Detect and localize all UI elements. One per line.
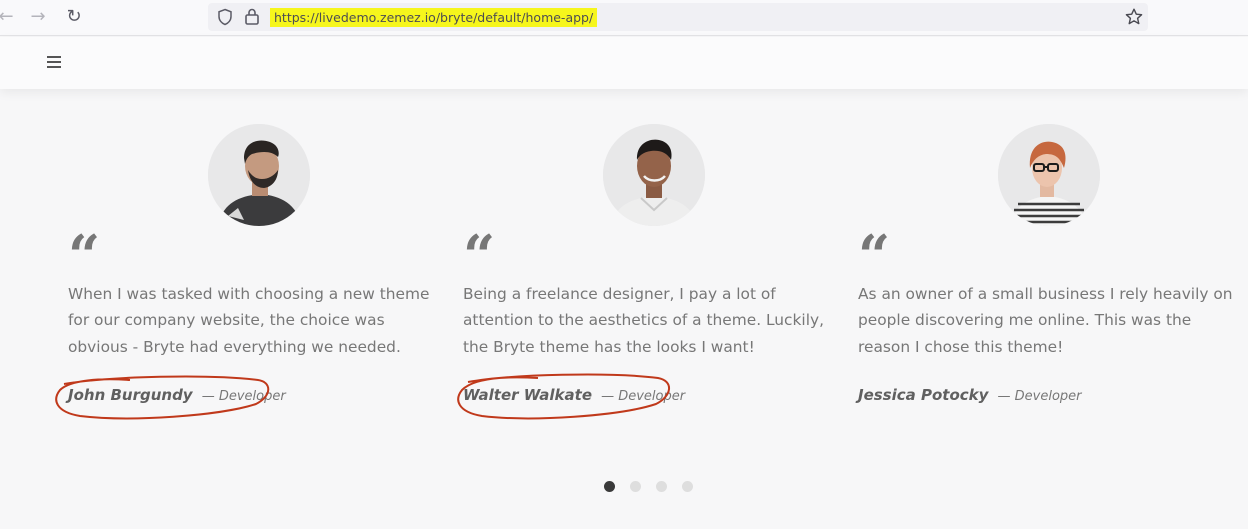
testimonial-card: “ When I was tasked with choosing a new … [68, 124, 448, 414]
site-header [0, 37, 1248, 89]
quote-icon: “ [858, 223, 890, 289]
avatar [603, 124, 705, 226]
quote-icon: “ [68, 223, 100, 289]
author-role: — Developer [997, 389, 1082, 404]
pagination-dot-1[interactable] [604, 481, 615, 492]
quote-icon: “ [463, 223, 495, 289]
pagination-dot-2[interactable] [630, 481, 641, 492]
author-name: Walter Walkate [463, 386, 592, 404]
testimonial-author: John Burgundy — Developer [68, 385, 286, 404]
address-bar[interactable]: https://livedemo.zemez.io/bryte/default/… [208, 3, 1148, 31]
testimonial-text: As an owner of a small business I rely h… [858, 285, 1233, 356]
shield-icon[interactable] [216, 8, 234, 26]
author-name: John Burgundy [68, 386, 193, 404]
hamburger-menu-icon[interactable] [46, 54, 64, 70]
author-role: — Developer [601, 389, 686, 404]
testimonial-card: “ Being a freelance designer, I pay a lo… [463, 124, 843, 414]
lock-icon[interactable] [244, 7, 260, 26]
reload-icon[interactable]: ↻ [62, 6, 86, 28]
browser-toolbar: ← → ↻ https://livedemo.zemez.io/bryte/de… [0, 0, 1248, 36]
avatar [208, 124, 310, 226]
author-name: Jessica Potocky [858, 386, 989, 404]
pagination-dot-3[interactable] [656, 481, 667, 492]
url-text[interactable]: https://livedemo.zemez.io/bryte/default/… [270, 8, 598, 27]
testimonial-author: Walter Walkate — Developer [463, 385, 685, 404]
author-role: — Developer [201, 389, 286, 404]
testimonial-text: Being a freelance designer, I pay a lot … [463, 285, 824, 356]
forward-arrow-icon[interactable]: → [26, 6, 50, 28]
back-arrow-icon[interactable]: ← [0, 6, 18, 28]
testimonial-card: “ As an owner of a small business I rely… [858, 124, 1238, 414]
pagination-dot-4[interactable] [682, 481, 693, 492]
bookmark-star-icon[interactable] [1124, 7, 1144, 27]
testimonial-author: Jessica Potocky — Developer [858, 385, 1082, 404]
avatar [998, 124, 1100, 226]
testimonial-text: When I was tasked with choosing a new th… [68, 285, 430, 356]
